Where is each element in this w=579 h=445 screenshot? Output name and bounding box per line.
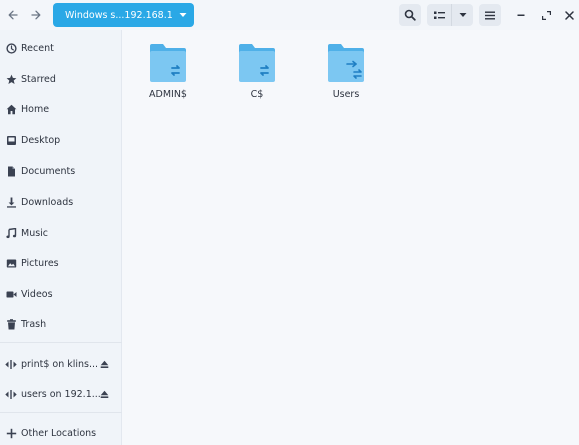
home-icon	[5, 103, 17, 115]
desktop-icon	[5, 134, 17, 146]
trash-icon	[5, 318, 17, 330]
sidebar-item-starred[interactable]: Starred	[0, 67, 122, 91]
shared-folder-icon	[328, 44, 364, 82]
sidebar-item-label: Home	[21, 103, 50, 115]
document-icon	[5, 165, 17, 177]
sidebar-item-label: Documents	[21, 165, 76, 177]
video-icon	[5, 288, 17, 300]
eject-button[interactable]	[99, 389, 109, 399]
view-options-button[interactable]	[451, 4, 473, 26]
file-item-users[interactable]: Users	[306, 42, 386, 112]
sidebar-item-label: Desktop	[21, 134, 61, 146]
sidebar-item-trash[interactable]: Trash	[0, 312, 122, 336]
sidebar-item-other-locations[interactable]: Other Locations	[0, 421, 122, 445]
list-view-icon	[433, 11, 445, 19]
sidebar-item-label: Starred	[21, 73, 56, 85]
network-share-icon	[5, 388, 17, 400]
music-icon	[5, 227, 17, 239]
sidebar-item-label: Music	[21, 227, 49, 239]
sidebar-item-videos[interactable]: Videos	[0, 282, 122, 306]
forward-button[interactable]	[27, 6, 45, 24]
sidebar-item-print-share[interactable]: print$ on klins...	[0, 352, 122, 376]
path-dropdown-button[interactable]	[172, 3, 194, 27]
sidebar-item-label: Other Locations	[21, 427, 97, 439]
path-label: Windows s...192.168.1.18	[65, 9, 172, 21]
sidebar-divider	[0, 412, 122, 413]
sidebar: Recent Starred Home Desktop Documents Do…	[0, 30, 122, 445]
sidebar-item-users-share[interactable]: users on 192.1...	[0, 382, 122, 406]
sidebar-item-downloads[interactable]: Downloads	[0, 190, 122, 214]
arrow-right-icon	[31, 10, 41, 20]
download-icon	[5, 196, 17, 208]
star-icon	[5, 73, 17, 85]
picture-icon	[5, 257, 17, 269]
arrow-left-icon	[8, 10, 18, 20]
view-mode-group	[427, 4, 473, 26]
network-folder-icon	[239, 44, 275, 82]
sidebar-item-label: Pictures	[21, 257, 59, 269]
sidebar-item-pictures[interactable]: Pictures	[0, 251, 122, 275]
file-item-admin[interactable]: ADMIN$	[128, 42, 208, 112]
close-button[interactable]	[560, 6, 578, 24]
network-folder-icon	[150, 44, 186, 82]
maximize-icon	[541, 10, 551, 20]
file-name: Users	[332, 89, 360, 100]
sidebar-item-desktop[interactable]: Desktop	[0, 128, 122, 152]
sidebar-item-label: Recent	[21, 42, 54, 54]
eject-icon	[100, 360, 108, 368]
minimize-button[interactable]	[512, 6, 530, 24]
file-name: ADMIN$	[149, 89, 187, 100]
file-name: C$	[250, 89, 264, 100]
sidebar-item-label: print$ on klins...	[21, 358, 99, 370]
sidebar-item-music[interactable]: Music	[0, 221, 122, 245]
header-bar: Windows s...192.168.1.18	[0, 0, 579, 30]
file-item-c[interactable]: C$	[217, 42, 297, 112]
clock-icon	[5, 42, 17, 54]
network-share-icon	[5, 358, 17, 370]
search-icon	[404, 9, 416, 21]
sidebar-divider	[0, 342, 122, 343]
search-button[interactable]	[399, 4, 421, 26]
file-grid: ADMIN$ C$ Users	[123, 30, 579, 445]
chevron-down-icon	[459, 13, 466, 17]
sidebar-item-recent[interactable]: Recent	[0, 36, 122, 60]
minimize-icon	[517, 14, 525, 16]
location-path-bar[interactable]: Windows s...192.168.1.18	[53, 3, 194, 27]
eject-button[interactable]	[99, 359, 109, 369]
list-view-button[interactable]	[427, 4, 451, 26]
sidebar-item-documents[interactable]: Documents	[0, 159, 122, 183]
main-menu-button[interactable]	[479, 4, 501, 26]
sidebar-item-label: Downloads	[21, 196, 74, 208]
hamburger-menu-icon	[485, 11, 495, 19]
sidebar-item-home[interactable]: Home	[0, 97, 122, 121]
maximize-button[interactable]	[537, 6, 555, 24]
back-button[interactable]	[4, 6, 22, 24]
sidebar-item-label: Trash	[21, 318, 47, 330]
plus-icon	[5, 427, 17, 439]
sidebar-item-label: Videos	[21, 288, 53, 300]
chevron-down-icon	[179, 13, 187, 17]
close-icon	[564, 10, 574, 20]
eject-icon	[100, 390, 108, 398]
sidebar-item-label: users on 192.1...	[21, 388, 101, 400]
